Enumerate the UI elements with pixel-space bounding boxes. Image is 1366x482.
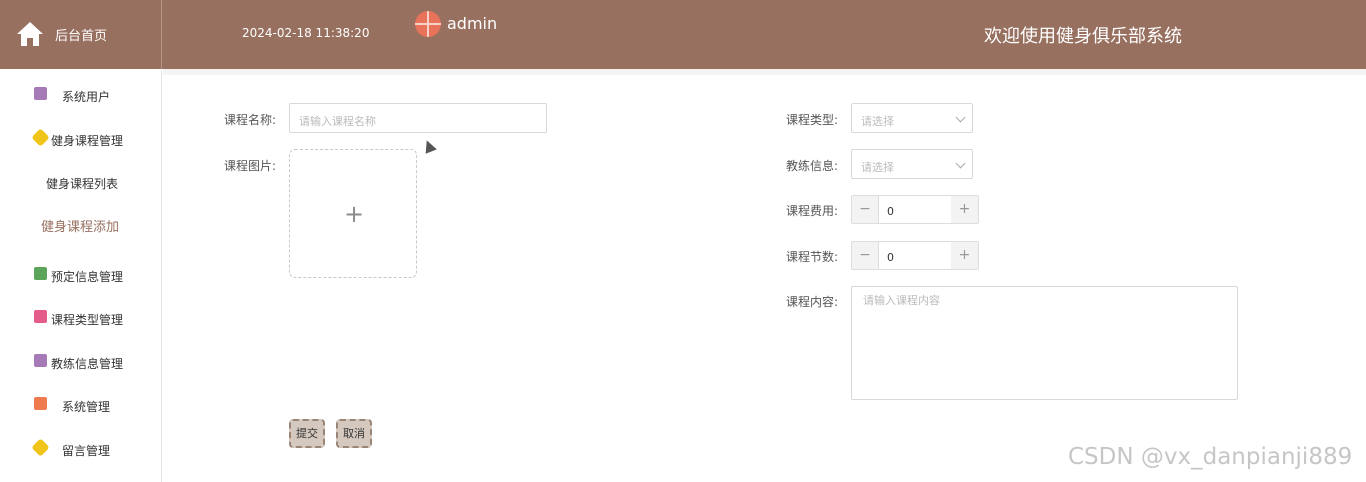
decrement-button[interactable]: −	[851, 195, 879, 224]
course-name-label: 课程名称:	[224, 113, 277, 127]
sidebar-item-course-management[interactable]: 健身课程管理	[0, 123, 162, 153]
increment-button[interactable]: +	[951, 195, 979, 224]
course-type-label: 课程类型:	[786, 113, 839, 127]
message-icon	[34, 267, 47, 280]
home-label: 后台首页	[55, 29, 108, 44]
archive-icon	[34, 87, 47, 100]
course-content-textarea[interactable]: 请输入课程内容	[851, 286, 1238, 400]
sidebar-item-label: 教练信息管理	[51, 357, 124, 371]
sidebar-item-label: 系统管理	[62, 400, 111, 414]
sidebar-item-label: 系统用户	[62, 90, 111, 104]
increment-button[interactable]: +	[951, 241, 979, 270]
coach-info-select[interactable]: 请选择	[851, 149, 973, 179]
sidebar-item-booking-management[interactable]: 预定信息管理	[0, 259, 162, 289]
sidebar-item-label: 预定信息管理	[51, 270, 124, 284]
sidebar-item-coach-management[interactable]: 教练信息管理	[0, 346, 162, 376]
course-sessions-label: 课程节数:	[786, 250, 839, 264]
home-icon	[17, 22, 43, 46]
avatar[interactable]	[415, 11, 441, 37]
sidebar-item-label: 课程类型管理	[51, 313, 124, 327]
course-content-label: 课程内容:	[786, 295, 839, 309]
course-type-placeholder: 请选择	[861, 115, 894, 128]
sidebar-item-label: 留言管理	[62, 444, 111, 458]
sidebar-item-course-type-management[interactable]: 课程类型管理	[0, 302, 162, 332]
system-title: 欢迎使用健身俱乐部系统	[984, 26, 1182, 47]
watermark: CSDN @vx_danpianji889	[1068, 444, 1353, 470]
submenu-course-list[interactable]: 健身课程列表	[46, 175, 118, 192]
sidebar-item-system-management[interactable]: 系统管理	[0, 389, 162, 419]
plus-icon: +	[344, 200, 365, 228]
coach-info-label: 教练信息:	[786, 159, 839, 173]
sidebar-item-label: 健身课程管理	[51, 134, 124, 148]
chevron-down-icon	[955, 158, 966, 169]
sidebar: 系统用户 健身课程管理 健身课程列表 健身课程添加 预定信息管理 课程类型管理 …	[0, 69, 162, 482]
course-image-label: 课程图片:	[224, 159, 277, 173]
cube-icon	[31, 128, 50, 147]
course-sessions-stepper: − 0 +	[851, 241, 979, 270]
username[interactable]: admin	[447, 14, 497, 33]
cube-icon	[31, 438, 50, 457]
chevron-down-icon	[955, 112, 966, 123]
home-link[interactable]: 后台首页	[0, 0, 162, 69]
course-type-select[interactable]: 请选择	[851, 103, 973, 133]
course-fee-input[interactable]: 0	[879, 195, 951, 224]
grid-icon	[34, 397, 47, 410]
bag-icon	[34, 310, 47, 323]
image-upload[interactable]: +	[289, 149, 417, 278]
submenu-course-add[interactable]: 健身课程添加	[41, 216, 119, 235]
mouse-cursor-icon	[421, 138, 437, 154]
sidebar-item-message-management[interactable]: 留言管理	[0, 433, 162, 463]
archive-icon	[34, 354, 47, 367]
course-name-input[interactable]: 请输入课程名称	[289, 103, 547, 133]
submit-button[interactable]: 提交	[289, 419, 325, 448]
content-top-strip	[163, 69, 1366, 75]
course-sessions-input[interactable]: 0	[879, 241, 951, 270]
course-fee-label: 课程费用:	[786, 204, 839, 218]
coach-info-placeholder: 请选择	[861, 161, 894, 174]
course-fee-stepper: − 0 +	[851, 195, 979, 224]
datetime: 2024-02-18 11:38:20	[242, 26, 370, 40]
sidebar-item-system-users[interactable]: 系统用户	[0, 79, 162, 109]
top-header: 后台首页 2024-02-18 11:38:20 admin 欢迎使用健身俱乐部…	[0, 0, 1366, 69]
cancel-button[interactable]: 取消	[336, 419, 372, 448]
decrement-button[interactable]: −	[851, 241, 879, 270]
